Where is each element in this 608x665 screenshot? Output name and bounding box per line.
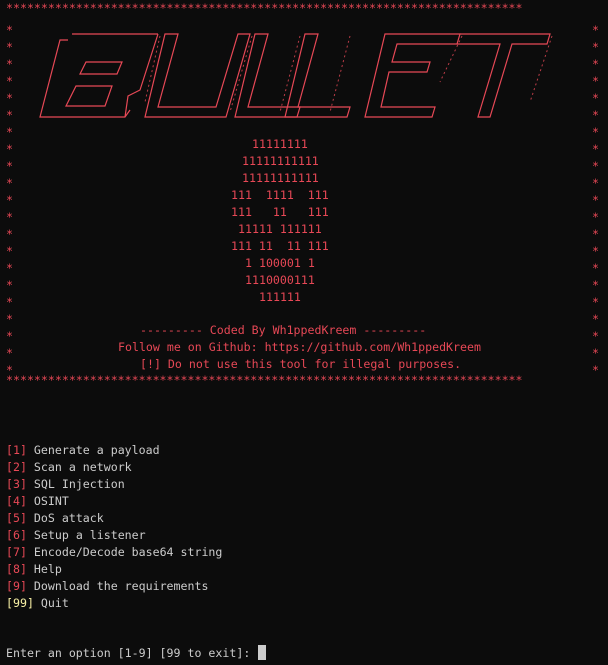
- border-star: *: [6, 159, 13, 173]
- menu-item-key: [2]: [6, 460, 27, 474]
- border-star: *: [592, 312, 599, 326]
- border-star: *: [592, 261, 599, 275]
- menu-item-key: [99]: [6, 596, 34, 610]
- menu-item-key: [1]: [6, 443, 27, 457]
- border-star: *: [592, 210, 599, 224]
- border-star: *: [6, 295, 13, 309]
- border-star: *: [6, 227, 13, 241]
- border-star: *: [6, 329, 13, 343]
- skull-line: 11111111: [252, 137, 308, 151]
- skull-line: 111 11 11 111: [231, 239, 329, 253]
- border-star: *: [6, 176, 13, 190]
- border-star: *: [592, 244, 599, 258]
- border-star: *: [6, 142, 13, 156]
- menu-item: [5] DoS attack: [6, 510, 104, 527]
- border-star: *: [592, 329, 599, 343]
- banner: ****************************************…: [0, 0, 608, 390]
- skull-line: 11111111111: [242, 171, 319, 185]
- skull-line: 1 100001 1: [245, 256, 315, 270]
- bullet-logo: [39, 33, 553, 118]
- menu-item-label: Scan a network: [26, 460, 132, 474]
- border-star: *: [6, 312, 13, 326]
- menu-item: [6] Setup a listener: [6, 527, 146, 544]
- skull-line: 11111111111: [242, 154, 319, 168]
- text-cursor[interactable]: [258, 645, 267, 660]
- menu-item-key: [8]: [6, 562, 27, 576]
- border-star: *: [592, 295, 599, 309]
- menu-item-label: SQL Injection: [26, 477, 125, 491]
- menu-item-key: [4]: [6, 494, 27, 508]
- warning-text: [!] Do not use this tool for illegal pur…: [140, 357, 462, 371]
- border-star: *: [592, 363, 599, 377]
- menu-item-label: Setup a listener: [26, 528, 146, 542]
- menu-item: [4] OSINT: [6, 493, 69, 510]
- border-star: *: [592, 346, 599, 360]
- menu-item: [99] Quit: [6, 595, 69, 612]
- menu-item-key: [6]: [6, 528, 27, 542]
- menu-item: [3] SQL Injection: [6, 476, 125, 493]
- menu-item: [9] Download the requirements: [6, 578, 208, 595]
- border-star: *: [6, 244, 13, 258]
- menu-item-label: Help: [26, 562, 62, 576]
- option-prompt[interactable]: Enter an option [1-9] [99 to exit]:: [6, 645, 267, 662]
- menu-item: [7] Encode/Decode base64 string: [6, 544, 222, 561]
- border-star: *: [592, 193, 599, 207]
- banner-border-bottom: ****************************************…: [6, 373, 523, 387]
- menu-item: [1] Generate a payload: [6, 442, 160, 459]
- skull-line: 111111: [259, 290, 301, 304]
- skull-line: 111 1111 111: [231, 188, 329, 202]
- menu-item-key: [7]: [6, 545, 27, 559]
- border-star: *: [6, 210, 13, 224]
- coded-by-text: --------- Coded By Wh1ppedKreem --------…: [140, 323, 427, 337]
- border-star: *: [592, 227, 599, 241]
- skull-line: 111 11 111: [231, 205, 329, 219]
- border-star: *: [6, 278, 13, 292]
- border-star: *: [6, 193, 13, 207]
- banner-border-top: ****************************************…: [6, 1, 523, 15]
- menu-item-key: [9]: [6, 579, 27, 593]
- menu-item-label: Generate a payload: [26, 443, 160, 457]
- prompt-label: Enter an option [1-9] [99 to exit]:: [6, 646, 258, 660]
- menu-item-key: [3]: [6, 477, 27, 491]
- menu-item-label: DoS attack: [26, 511, 104, 525]
- menu-item: [8] Help: [6, 561, 62, 578]
- skull-line: 11111 111111: [238, 222, 322, 236]
- border-star: *: [592, 159, 599, 173]
- border-star: *: [592, 176, 599, 190]
- menu-item-label: Encode/Decode base64 string: [26, 545, 223, 559]
- terminal-window: ****************************************…: [0, 0, 608, 665]
- skull-line: 1110000111: [245, 273, 315, 287]
- menu-item-label: Download the requirements: [26, 579, 209, 593]
- border-star: *: [6, 261, 13, 275]
- menu-item-label: OSINT: [26, 494, 69, 508]
- border-star: *: [6, 346, 13, 360]
- menu-item-label: Quit: [33, 596, 69, 610]
- border-star: *: [592, 278, 599, 292]
- menu-item-key: [5]: [6, 511, 27, 525]
- border-star: *: [592, 142, 599, 156]
- github-follow-text: Follow me on Github: https://github.com/…: [118, 340, 481, 354]
- menu-item: [2] Scan a network: [6, 459, 132, 476]
